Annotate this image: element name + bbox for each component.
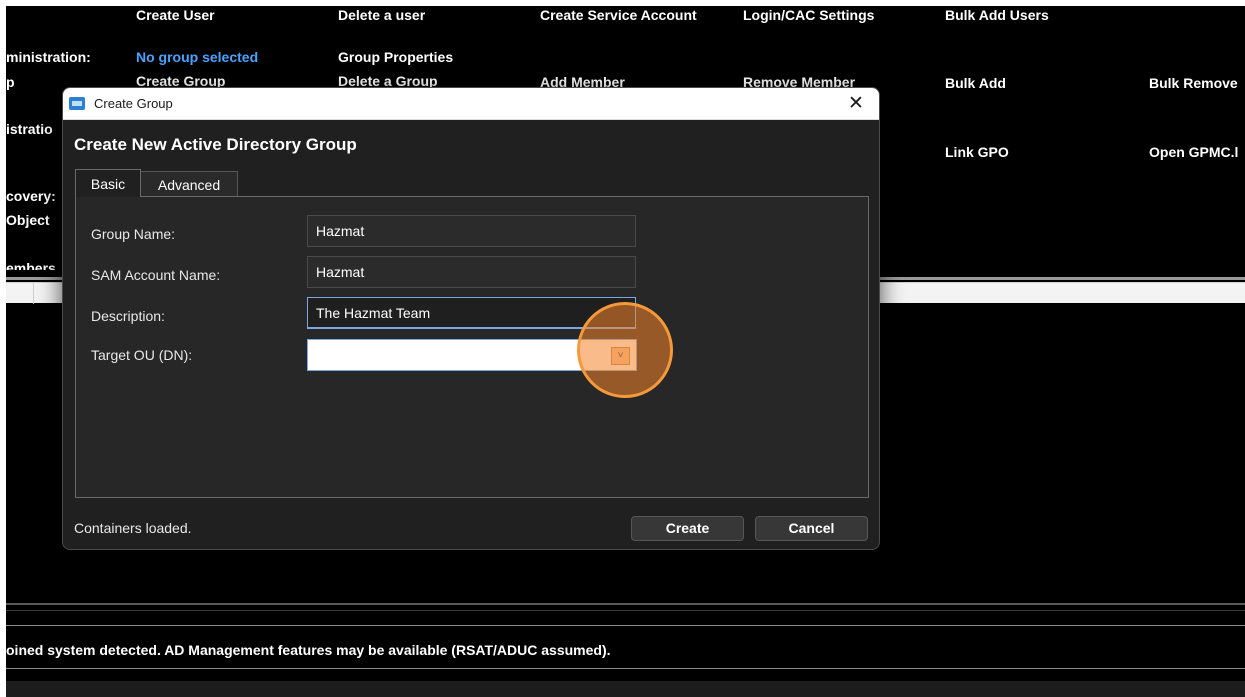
close-icon[interactable]: ✕ [833,88,879,120]
group-name-input[interactable] [307,215,636,247]
row-prefix-label: p [6,74,15,90]
panel-divider [6,610,1245,611]
window-app-icon [69,97,85,110]
sam-account-name-label: SAM Account Name: [91,267,221,283]
description-label: Description: [91,308,165,324]
create-service-account-button[interactable]: Create Service Account [540,7,697,23]
create-group-dialog: Create Group ✕ Create New Active Directo… [62,87,880,550]
sam-account-name-input[interactable] [307,256,636,288]
panel-divider [6,603,1245,605]
bulk-add-button[interactable]: Bulk Add [945,75,1006,91]
grid-cell [34,283,64,304]
group-properties-button[interactable]: Group Properties [338,49,453,65]
selected-group-indicator: No group selected [136,49,259,65]
status-message: oined system detected. AD Management fea… [6,642,611,658]
gpo-administration-label: istratio [6,121,53,137]
delete-user-button[interactable]: Delete a user [338,7,425,23]
login-cac-settings-button[interactable]: Login/CAC Settings [743,7,874,23]
tab-basic[interactable]: Basic [75,169,141,197]
object-label: Object [6,212,50,228]
group-name-label: Group Name: [91,226,176,242]
grid-cell [6,283,34,304]
basic-tab-panel: Group Name: SAM Account Name: Descriptio… [75,196,869,498]
group-administration-label: ministration: [6,49,91,65]
dialog-titlebar[interactable]: Create Group ✕ [63,88,879,120]
bottom-status-bar [6,681,1245,697]
bulk-add-users-button[interactable]: Bulk Add Users [945,7,1049,23]
dialog-title: Create Group [94,96,173,111]
cancel-button[interactable]: Cancel [755,516,868,541]
bulk-remove-button[interactable]: Bulk Remove [1149,75,1238,91]
tab-advanced[interactable]: Advanced [141,171,238,197]
dialog-status-text: Containers loaded. [74,520,192,536]
status-panel: oined system detected. AD Management fea… [6,625,1245,669]
create-user-button[interactable]: Create User [136,7,215,23]
target-ou-dropdown[interactable]: ˅ [307,339,637,371]
dialog-heading: Create New Active Directory Group [74,135,357,154]
discovery-label: covery: [6,188,56,204]
create-button[interactable]: Create [631,516,744,541]
link-gpo-button[interactable]: Link GPO [945,144,1009,160]
description-input[interactable] [307,297,636,329]
open-gpmc-button[interactable]: Open GPMC.l [1149,144,1238,160]
chevron-down-icon[interactable]: ˅ [611,347,630,365]
target-ou-label: Target OU (DN): [91,347,193,363]
